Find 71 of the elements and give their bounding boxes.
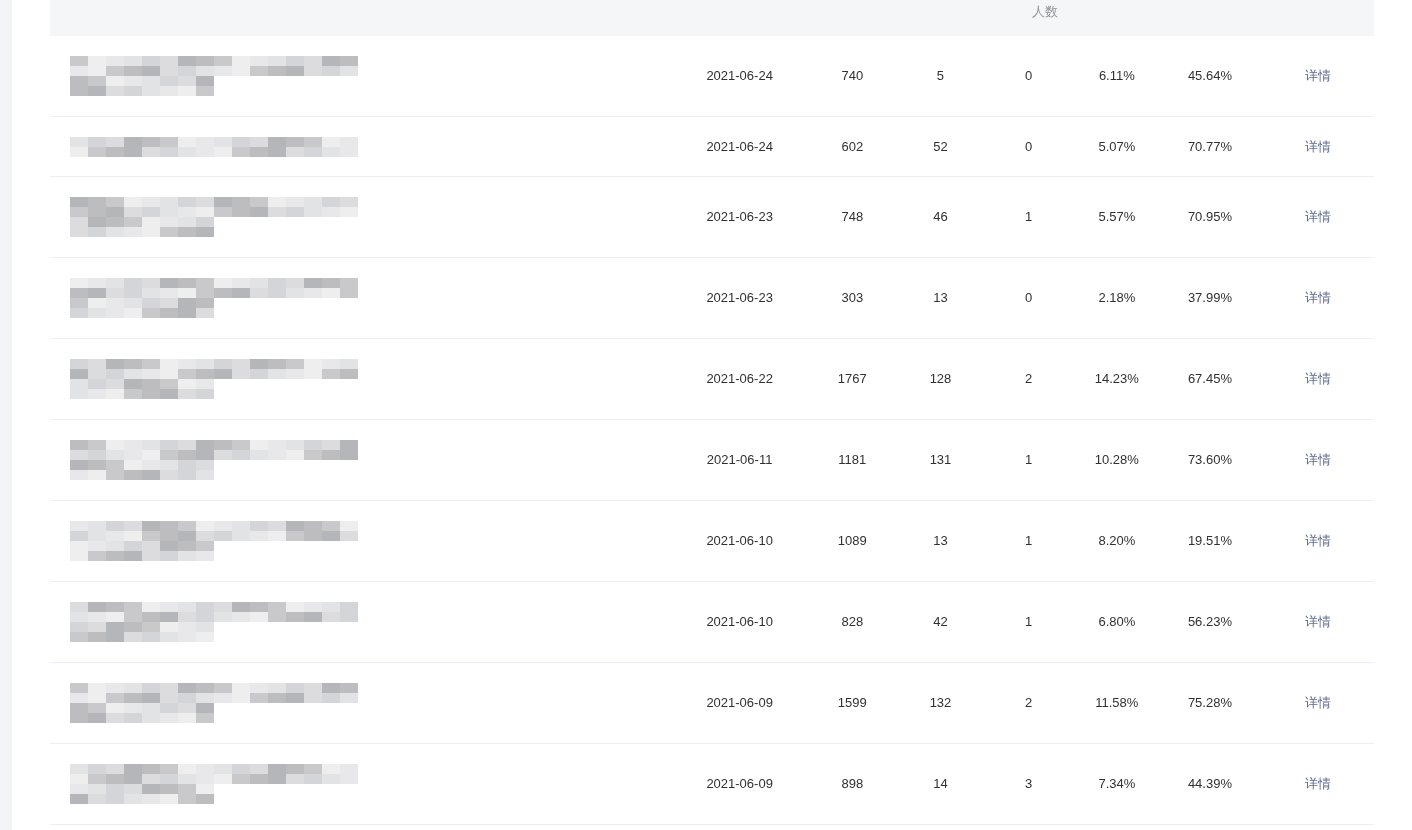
table-cell-text: 1089 bbox=[837, 532, 867, 551]
table-cell-text: 5.07% bbox=[1098, 137, 1136, 156]
table-cell-text: 128 bbox=[929, 370, 952, 389]
table-cell-text: 73.60% bbox=[1187, 451, 1232, 470]
details-link[interactable]: 详情 bbox=[1304, 693, 1331, 713]
table-cell-text: 0 bbox=[1025, 137, 1033, 156]
table-cell-text: 1181 bbox=[838, 451, 867, 470]
details-link[interactable]: 详情 bbox=[1304, 774, 1331, 794]
table-cell-text: 828 bbox=[841, 613, 864, 632]
table-cell-text: 8.20% bbox=[1098, 532, 1136, 551]
table-cell-text: 602 bbox=[841, 137, 864, 156]
details-link[interactable]: 详情 bbox=[1304, 531, 1331, 551]
table-cell-text: 748 bbox=[841, 208, 864, 227]
table-cell-text: 6.80% bbox=[1098, 613, 1136, 632]
table-cell-text: 56.23% bbox=[1187, 613, 1232, 632]
table-cell-text: 2021-06-22 bbox=[706, 370, 773, 389]
table-cell-text: 7.34% bbox=[1098, 775, 1136, 794]
details-link[interactable]: 详情 bbox=[1304, 369, 1331, 389]
table-cell-text: 2021-06-23 bbox=[706, 208, 773, 227]
details-link[interactable]: 详情 bbox=[1304, 207, 1331, 227]
table-cell-text: 19.51% bbox=[1187, 532, 1232, 551]
table-cell-text: 13 bbox=[933, 532, 948, 551]
table-cell-text: 6.11% bbox=[1098, 67, 1135, 86]
table-cell-text: 2 bbox=[1025, 694, 1033, 713]
details-link[interactable]: 详情 bbox=[1304, 612, 1331, 632]
table-cell-text: 70.77% bbox=[1187, 137, 1232, 156]
table-cell-text: 2021-06-10 bbox=[706, 532, 773, 551]
table-cell-text: 45.64% bbox=[1187, 67, 1232, 86]
table-cell-text: 11.58% bbox=[1095, 694, 1139, 713]
details-link[interactable]: 详情 bbox=[1304, 66, 1331, 86]
details-link[interactable]: 详情 bbox=[1304, 450, 1331, 470]
table-cell-text: 3 bbox=[1025, 775, 1033, 794]
table-cell-text: 42 bbox=[933, 613, 948, 632]
table-cell-text: 1 bbox=[1025, 532, 1033, 551]
table-cell-text: 303 bbox=[841, 289, 864, 308]
table-cell-text: 5 bbox=[936, 67, 945, 86]
column-header: 人数 bbox=[1032, 4, 1058, 20]
table-cell-text: 740 bbox=[841, 67, 864, 86]
table-cell-text: 2021-06-09 bbox=[706, 775, 773, 794]
table-cell-text: 2021-06-24 bbox=[706, 67, 773, 86]
table-cell-text: 898 bbox=[841, 775, 864, 794]
table-cell-text: 2021-06-23 bbox=[706, 289, 773, 308]
table-cell-text: 2.18% bbox=[1098, 289, 1136, 308]
table-cell-text: 1 bbox=[1025, 613, 1033, 632]
table-cell-text: 75.28% bbox=[1187, 694, 1232, 713]
table-cell-text: 52 bbox=[933, 137, 948, 156]
table-cell-text: 0 bbox=[1025, 67, 1033, 86]
table-cell-text: 1 bbox=[1025, 208, 1033, 227]
table-cell-text: 1599 bbox=[837, 694, 867, 713]
table-cell-text: 2 bbox=[1025, 370, 1033, 389]
table-cell-text: 44.39% bbox=[1187, 775, 1232, 794]
details-link[interactable]: 详情 bbox=[1304, 136, 1331, 157]
table-cell-text: 14 bbox=[933, 775, 948, 794]
table-cell-text: 2021-06-09 bbox=[706, 694, 773, 713]
table-cell-text: 2021-06-11 bbox=[706, 451, 773, 470]
table-cell-text: 2021-06-24 bbox=[706, 137, 773, 156]
table-cell-text: 0 bbox=[1025, 289, 1033, 308]
table-cell-text: 1767 bbox=[837, 370, 867, 389]
table-cell-text: 2021-06-10 bbox=[706, 613, 773, 632]
table-cell-text: 1 bbox=[1025, 451, 1033, 470]
table-cell-text: 131 bbox=[929, 451, 952, 470]
table-cell-text: 10.28% bbox=[1094, 451, 1139, 470]
table-cell-text: 37.99% bbox=[1187, 289, 1232, 308]
table-cell-text: 13 bbox=[933, 289, 948, 308]
table-cell-text: 70.95% bbox=[1187, 208, 1232, 227]
table-cell-text: 67.45% bbox=[1187, 370, 1232, 389]
table-cell-text: 14.23% bbox=[1094, 370, 1139, 389]
details-link[interactable]: 详情 bbox=[1304, 288, 1331, 308]
table-cell-text: 132 bbox=[929, 694, 952, 713]
table-cell-text: 46 bbox=[933, 208, 948, 227]
table-cell-text: 5.57% bbox=[1098, 208, 1136, 227]
